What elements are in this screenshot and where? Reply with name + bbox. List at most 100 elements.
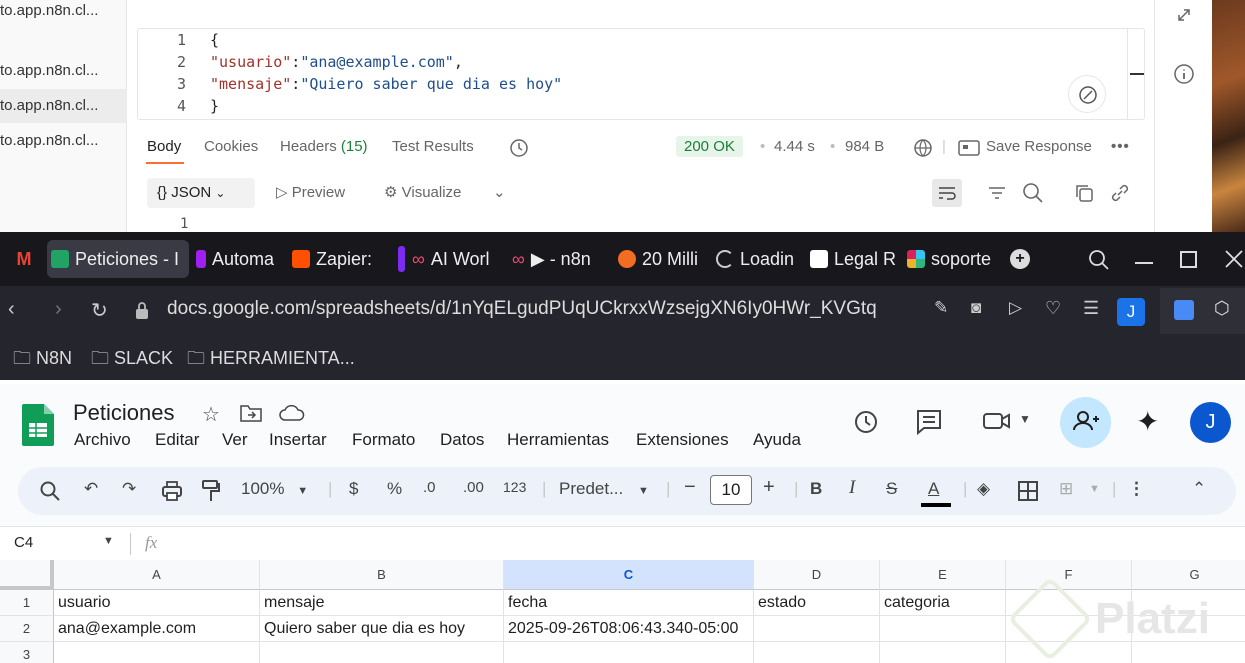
request-body-editor[interactable]: 1 { 2 "usuario":"ana@example.com", 3 "me… — [137, 28, 1145, 120]
preview-button[interactable]: ▷ Preview — [276, 183, 345, 201]
cell[interactable] — [1132, 642, 1245, 663]
chevron-down-icon[interactable]: ⌄ — [493, 183, 506, 201]
font-size-input[interactable]: 10 — [710, 475, 752, 505]
menu-extensiones[interactable]: Extensiones — [636, 430, 729, 450]
redo-icon[interactable]: ↷ — [122, 479, 136, 499]
cell[interactable]: Quiero saber que dia es hoy — [260, 616, 504, 642]
new-tab-button[interactable]: + — [1010, 249, 1030, 269]
bookmark-n8n[interactable]: 🗀 N8N — [13, 346, 72, 376]
cell[interactable]: estado — [754, 590, 880, 616]
menu-insertar[interactable]: Insertar — [269, 430, 327, 450]
copy-icon[interactable] — [1073, 182, 1095, 204]
bookmark-slack[interactable]: 🗀 SLACK — [91, 346, 173, 376]
reload-icon[interactable]: ↻ — [91, 298, 108, 323]
cell[interactable] — [880, 616, 1006, 642]
decrease-decimal-button[interactable]: .0 — [423, 479, 436, 496]
search-tabs-icon[interactable] — [1088, 249, 1110, 271]
profile-avatar[interactable]: J — [1117, 298, 1145, 326]
paint-format-icon[interactable] — [201, 479, 221, 503]
save-response-button[interactable]: Save Response — [986, 138, 1092, 155]
menu-herramientas[interactable]: Herramientas — [507, 430, 609, 450]
visualize-button[interactable]: ⚙ Visualize — [384, 183, 461, 201]
chevron-down-icon[interactable]: ▼ — [1089, 483, 1100, 495]
undo-icon[interactable]: ↶ — [84, 479, 98, 499]
column-header[interactable]: F — [1006, 560, 1132, 590]
name-box[interactable]: C4 — [14, 534, 33, 551]
zoom-select[interactable]: 100% ▼ — [241, 479, 308, 499]
column-header[interactable]: D — [754, 560, 880, 590]
column-header[interactable]: G — [1132, 560, 1245, 590]
tab-loading[interactable]: Loadin — [716, 240, 802, 278]
lock-icon[interactable] — [134, 301, 150, 321]
cell[interactable] — [754, 616, 880, 642]
chevron-down-icon[interactable]: ▼ — [1019, 412, 1031, 426]
cell[interactable]: categoria — [880, 590, 1006, 616]
edit-icon[interactable]: ✎ — [934, 298, 948, 318]
menu-ver[interactable]: Ver — [222, 430, 248, 450]
version-history-icon[interactable] — [852, 408, 880, 436]
cell[interactable] — [754, 642, 880, 663]
forward-icon[interactable]: › — [55, 298, 62, 321]
tab-test-results[interactable]: Test Results — [392, 138, 474, 155]
extension-cube-icon[interactable]: ⬡ — [1214, 298, 1230, 319]
menu-editar[interactable]: Editar — [155, 430, 199, 450]
close-icon[interactable] — [1224, 249, 1244, 269]
cell[interactable]: mensaje — [260, 590, 504, 616]
more-tools-icon[interactable]: ⋮ — [1128, 479, 1145, 499]
history-icon[interactable] — [508, 137, 530, 159]
fill-color-icon[interactable]: ◈ — [977, 479, 990, 499]
history-item[interactable]: to.app.n8n.cl... — [0, 0, 127, 28]
percent-format-button[interactable]: % — [387, 479, 402, 499]
star-icon[interactable]: ☆ — [202, 402, 220, 427]
italic-button[interactable]: I — [849, 477, 855, 499]
tab-peticiones[interactable]: Peticiones - I — [47, 240, 189, 278]
format-select[interactable]: {} JSON ⌄ — [147, 178, 255, 208]
url-input[interactable]: docs.google.com/spreadsheets/d/1nYqELgud… — [167, 298, 877, 320]
response-time[interactable]: 4.44 s — [774, 138, 815, 155]
heart-icon[interactable]: ♡ — [1045, 298, 1061, 319]
tab-slack[interactable]: soporte — [907, 240, 995, 278]
gemini-icon[interactable]: ✦ — [1136, 405, 1159, 438]
info-icon[interactable] — [1173, 63, 1195, 85]
tab-zapier[interactable]: Zapier: — [292, 240, 380, 278]
more-options-icon[interactable]: ••• — [1111, 138, 1130, 155]
tab-headers[interactable]: Headers (15) — [280, 138, 368, 155]
row-header[interactable]: 1 — [0, 590, 54, 616]
borders-icon[interactable] — [1017, 480, 1039, 502]
tab-gmail[interactable]: M — [6, 240, 42, 278]
account-avatar[interactable]: J — [1190, 402, 1231, 443]
comments-icon[interactable] — [915, 408, 943, 436]
tab-body[interactable]: Body — [147, 138, 181, 155]
row-header[interactable]: 2 — [0, 616, 54, 642]
minimize-icon[interactable] — [1135, 262, 1153, 264]
menu-ayuda[interactable]: Ayuda — [753, 430, 801, 450]
editor-scrollbar[interactable] — [1127, 29, 1145, 119]
send-icon[interactable]: ▷ — [1009, 298, 1022, 318]
tab-20-millions[interactable]: 20 Milli — [618, 240, 704, 278]
decrease-font-size-button[interactable]: − — [684, 476, 696, 499]
select-all-corner[interactable] — [0, 560, 54, 590]
cloud-saved-icon[interactable] — [279, 404, 305, 422]
menu-datos[interactable]: Datos — [440, 430, 484, 450]
tab-ai-workflow[interactable]: ∞ AI Worl — [412, 240, 508, 278]
cell[interactable] — [260, 642, 504, 663]
cell[interactable]: ana@example.com — [54, 616, 260, 642]
more-formats-button[interactable]: 123 — [503, 479, 526, 495]
back-icon[interactable]: ‹ — [8, 298, 15, 321]
status-badge[interactable]: 200 OK — [676, 136, 743, 157]
history-item[interactable]: to.app.n8n.cl... — [0, 54, 127, 88]
cell[interactable] — [504, 642, 754, 663]
text-color-button[interactable]: A — [928, 479, 939, 499]
cell[interactable] — [54, 642, 260, 663]
chevron-down-icon[interactable]: ▼ — [103, 535, 114, 547]
move-folder-icon[interactable] — [240, 404, 262, 422]
cell[interactable]: usuario — [54, 590, 260, 616]
tab-group-marker[interactable] — [398, 246, 405, 272]
increase-font-size-button[interactable]: + — [763, 476, 775, 499]
share-button[interactable] — [1060, 397, 1111, 448]
sheets-logo[interactable] — [22, 404, 54, 446]
beautify-button[interactable] — [1068, 75, 1106, 113]
formula-input[interactable] — [170, 531, 1240, 557]
row-header[interactable]: 3 — [0, 642, 54, 663]
bold-button[interactable]: B — [810, 479, 822, 499]
